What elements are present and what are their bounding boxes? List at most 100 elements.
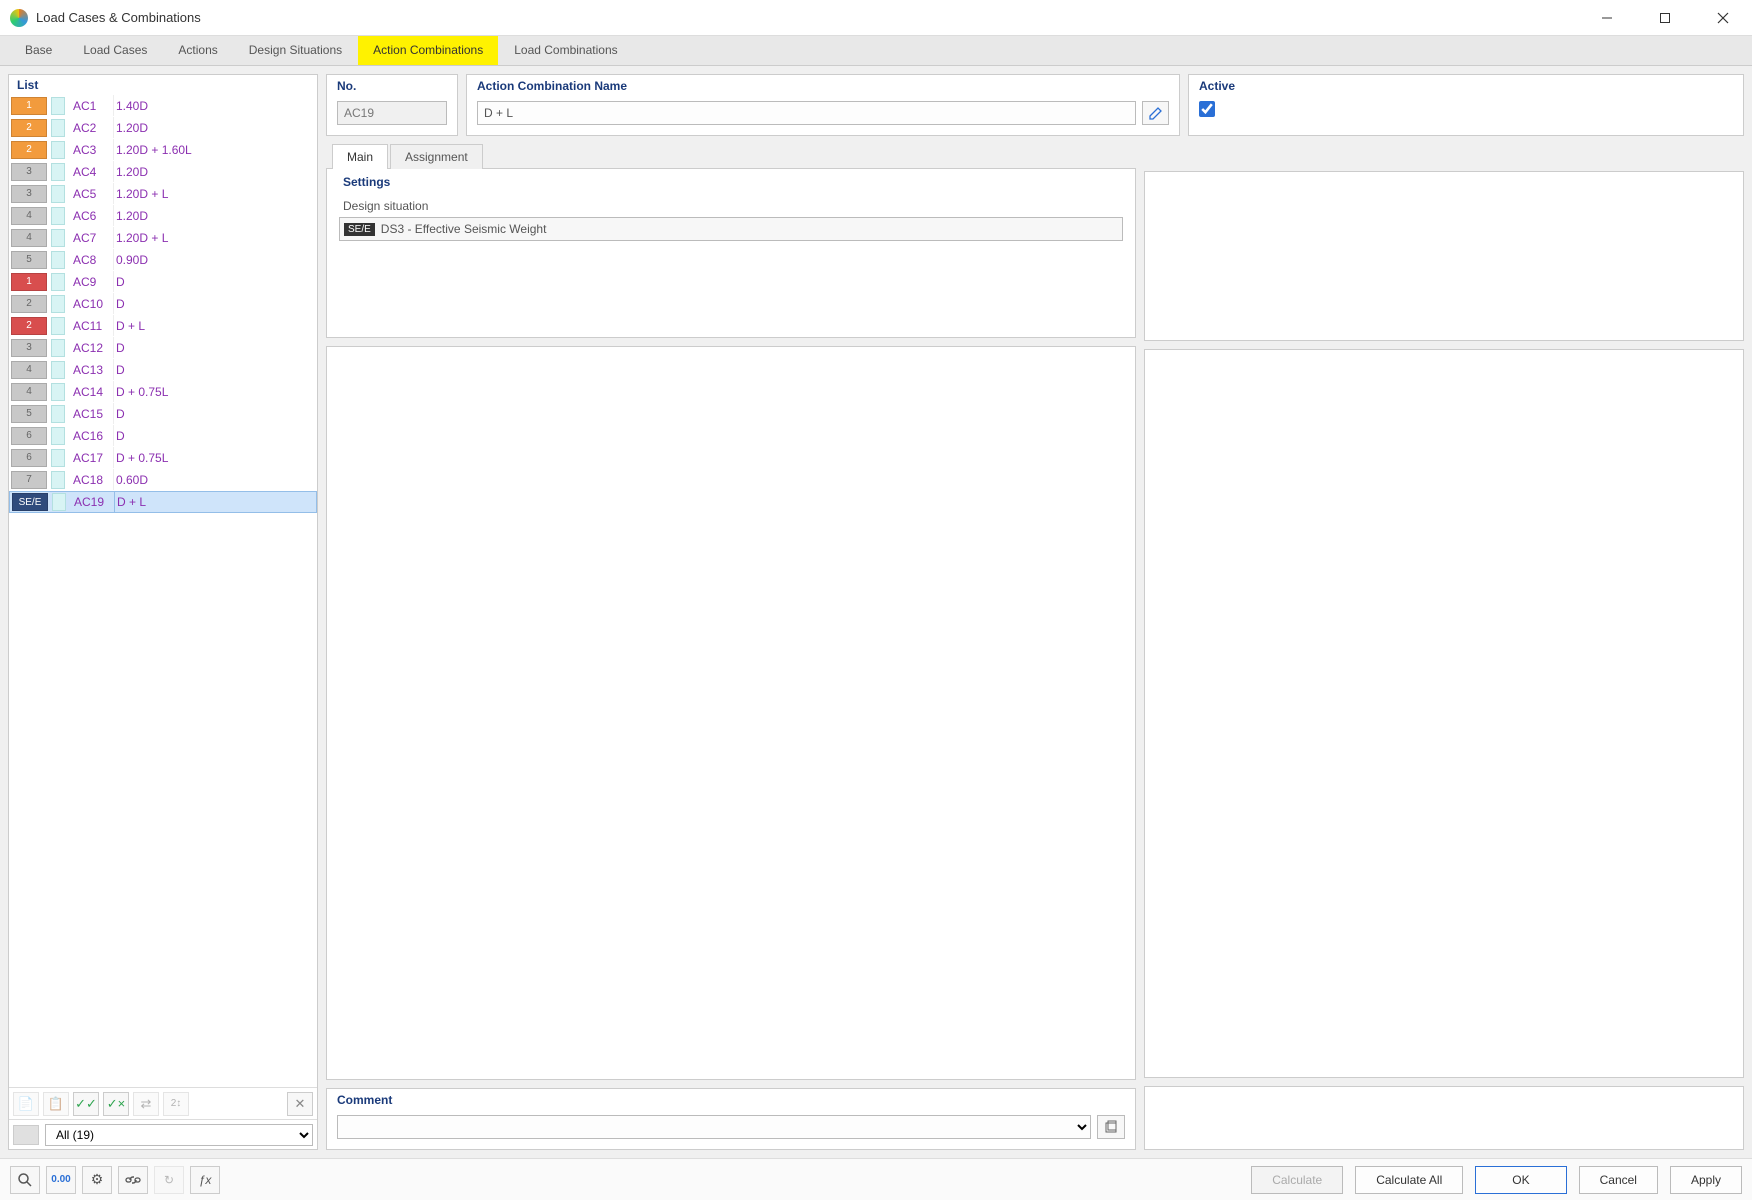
- list-row[interactable]: 2AC21.20D: [9, 117, 317, 139]
- uncheck-all-icon[interactable]: ✓×: [103, 1092, 129, 1116]
- list-desc: D: [113, 425, 317, 446]
- empty-card-right-bottom: [1144, 1086, 1744, 1150]
- list-swatch: [51, 273, 65, 291]
- list-ac: AC11: [65, 319, 113, 333]
- list-row[interactable]: 2AC10D: [9, 293, 317, 315]
- list-desc: 0.90D: [113, 249, 317, 270]
- ok-button[interactable]: OK: [1475, 1166, 1566, 1194]
- dsit-tag: SE/E: [344, 223, 375, 236]
- window-title: Load Cases & Combinations: [36, 10, 1578, 25]
- list-ac: AC8: [65, 253, 113, 267]
- function-icon[interactable]: ƒx: [190, 1166, 220, 1194]
- list-swatch: [51, 97, 65, 115]
- list-swatch: [51, 185, 65, 203]
- empty-card-right-top: [1144, 171, 1744, 341]
- filter-select[interactable]: All (19): [45, 1124, 313, 1146]
- apply-button[interactable]: Apply: [1670, 1166, 1742, 1194]
- list-header: List: [9, 75, 317, 95]
- list-badge: 4: [11, 361, 47, 379]
- link-icon[interactable]: [118, 1166, 148, 1194]
- list-ac: AC10: [65, 297, 113, 311]
- top-row: No. Action Combination Name Active: [326, 74, 1744, 136]
- list-row[interactable]: 2AC11D + L: [9, 315, 317, 337]
- dsit-label: Design situation: [327, 191, 1135, 217]
- list-badge: 2: [11, 317, 47, 335]
- units-icon[interactable]: 0.00: [46, 1166, 76, 1194]
- name-input[interactable]: [477, 101, 1136, 125]
- list-row[interactable]: 3AC41.20D: [9, 161, 317, 183]
- comment-input[interactable]: [337, 1115, 1091, 1139]
- list-badge: 2: [11, 119, 47, 137]
- list-badge: 5: [11, 405, 47, 423]
- list-swatch: [52, 493, 66, 511]
- cancel-button[interactable]: Cancel: [1579, 1166, 1658, 1194]
- list-row[interactable]: 1AC9D: [9, 271, 317, 293]
- list-toolbar: 📄 📋 ✓✓ ✓× ⇄ 2↕ ✕: [9, 1087, 317, 1119]
- list-row[interactable]: 1AC11.40D: [9, 95, 317, 117]
- subtab-main[interactable]: Main: [332, 144, 388, 169]
- active-label: Active: [1189, 75, 1743, 97]
- tab-base[interactable]: Base: [10, 36, 67, 65]
- list-row[interactable]: 6AC17D + 0.75L: [9, 447, 317, 469]
- list-row[interactable]: 2AC31.20D + 1.60L: [9, 139, 317, 161]
- list-badge: 1: [11, 273, 47, 291]
- list-swatch: [51, 317, 65, 335]
- list-badge: 2: [11, 295, 47, 313]
- list-row[interactable]: 3AC12D: [9, 337, 317, 359]
- tab-load-combinations[interactable]: Load Combinations: [499, 36, 632, 65]
- list-swatch: [51, 163, 65, 181]
- list-row[interactable]: 4AC13D: [9, 359, 317, 381]
- window-minimize[interactable]: [1578, 0, 1636, 36]
- list-desc: 1.20D + L: [113, 183, 317, 204]
- list-swatch: [51, 251, 65, 269]
- edit-name-icon[interactable]: [1142, 101, 1169, 125]
- tab-actions[interactable]: Actions: [163, 36, 232, 65]
- list-row[interactable]: SE/EAC19D + L: [9, 491, 317, 513]
- list-row[interactable]: 5AC15D: [9, 403, 317, 425]
- list-panel: List 1AC11.40D 2 AC2 1.20D2AC31.20D + 1.60L…: [8, 74, 318, 1150]
- list-row[interactable]: 4AC61.20D: [9, 205, 317, 227]
- new-icon: 📄: [13, 1092, 39, 1116]
- filter-swatch: [13, 1125, 39, 1145]
- design-situation-field[interactable]: SE/E DS3 - Effective Seismic Weight: [339, 217, 1123, 241]
- main-area: List 1AC11.40D 2 AC2 1.20D2AC31.20D + 1.60L…: [0, 66, 1752, 1158]
- swap-icon: ⇄: [133, 1092, 159, 1116]
- comment-browse-icon[interactable]: [1097, 1115, 1125, 1139]
- tab-action-combinations[interactable]: Action Combinations: [358, 36, 498, 65]
- list-row[interactable]: 4AC14D + 0.75L: [9, 381, 317, 403]
- list-swatch: [51, 405, 65, 423]
- no-label: No.: [327, 75, 457, 97]
- list-ac: AC2: [65, 121, 113, 135]
- delete-icon[interactable]: ✕: [287, 1092, 313, 1116]
- no-input: [337, 101, 447, 125]
- list-row[interactable]: 3AC51.20D + L: [9, 183, 317, 205]
- list-swatch: [51, 427, 65, 445]
- list-swatch: [51, 141, 65, 159]
- search-icon[interactable]: [10, 1166, 40, 1194]
- list-desc: D + 0.75L: [113, 381, 317, 402]
- active-checkbox[interactable]: [1199, 101, 1215, 117]
- calculate-all-button[interactable]: Calculate All: [1355, 1166, 1463, 1194]
- list-row[interactable]: 4AC71.20D + L: [9, 227, 317, 249]
- window-close[interactable]: [1694, 0, 1752, 36]
- wizard-icon[interactable]: ⚙: [82, 1166, 112, 1194]
- list-row[interactable]: 5 AC80.90D: [9, 249, 317, 271]
- check-all-icon[interactable]: ✓✓: [73, 1092, 99, 1116]
- subtab-assignment[interactable]: Assignment: [390, 144, 483, 169]
- list-desc: 1.20D: [113, 161, 317, 182]
- tab-design-situations[interactable]: Design Situations: [234, 36, 357, 65]
- window-maximize[interactable]: [1636, 0, 1694, 36]
- list-ac: AC17: [65, 451, 113, 465]
- list-badge: 5: [11, 251, 47, 269]
- filter-row: All (19): [9, 1119, 317, 1149]
- list-row[interactable]: 7AC180.60D: [9, 469, 317, 491]
- list-ac: AC15: [65, 407, 113, 421]
- list-badge: 7: [11, 471, 47, 489]
- empty-card-right-mid: [1144, 349, 1744, 1078]
- list-badge: 3: [11, 163, 47, 181]
- comment-label: Comment: [327, 1089, 1135, 1111]
- list-row[interactable]: 6AC16D: [9, 425, 317, 447]
- list-ac: AC18: [65, 473, 113, 487]
- tab-load-cases[interactable]: Load Cases: [68, 36, 162, 65]
- name-card: Action Combination Name: [466, 74, 1180, 136]
